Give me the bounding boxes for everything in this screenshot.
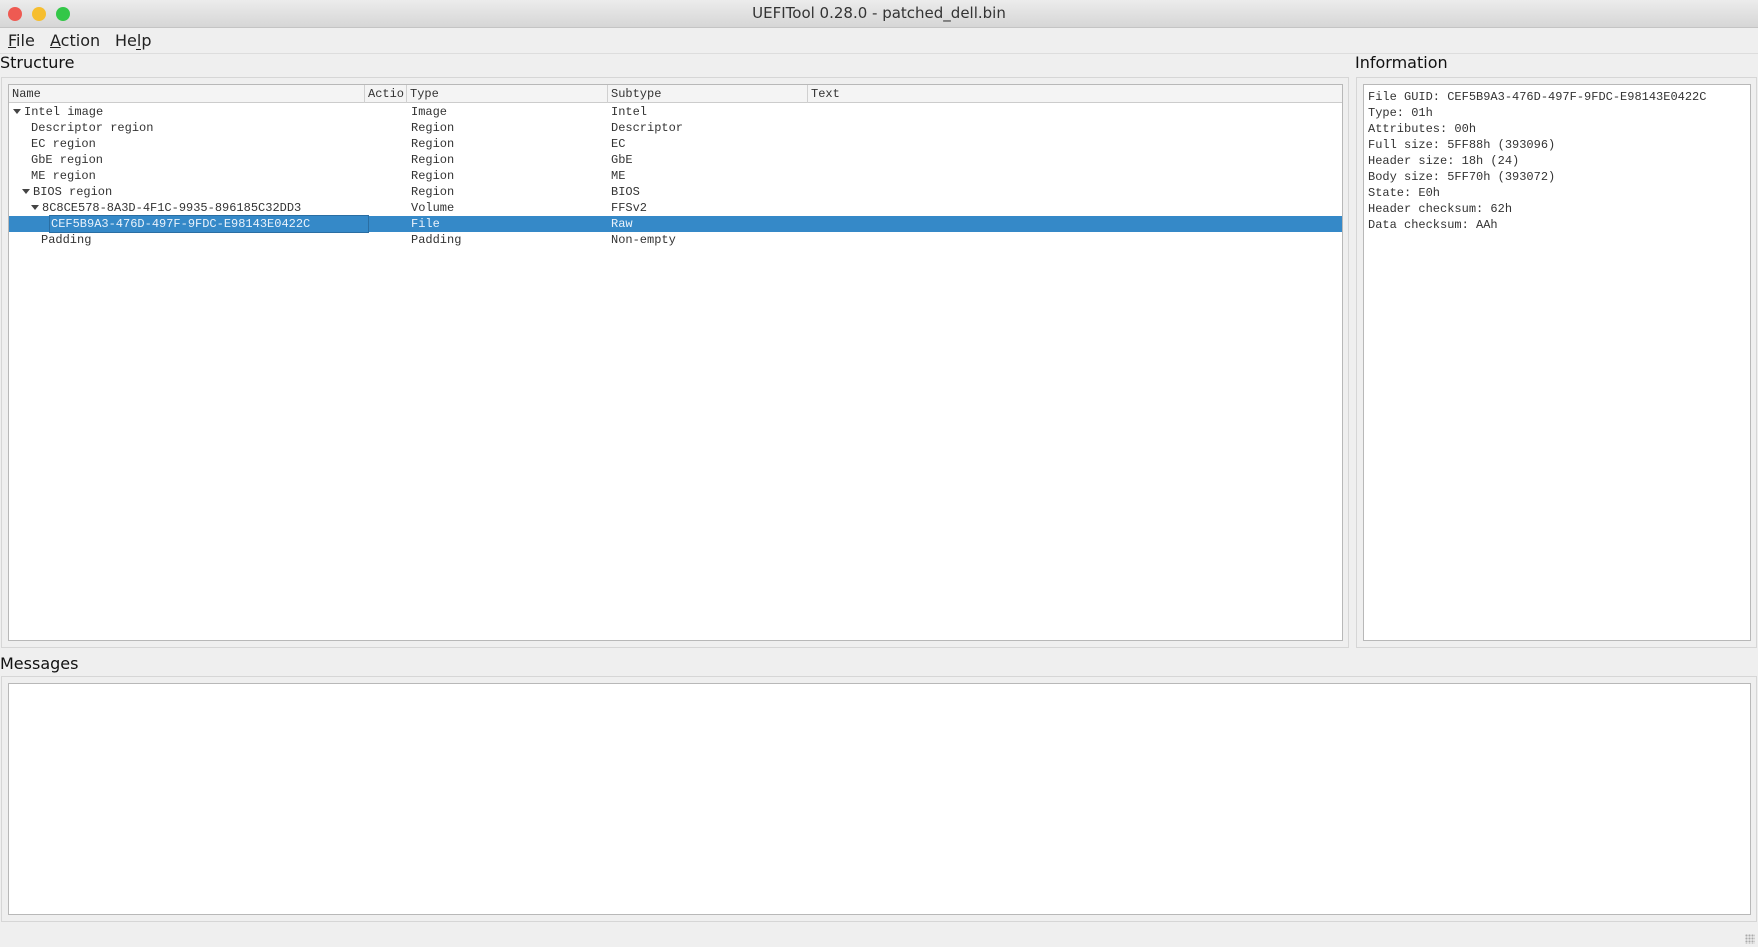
- info-line: Header size: 18h (24): [1368, 154, 1520, 168]
- info-line: State: E0h: [1368, 186, 1441, 200]
- tree-cell-subtype: EC: [611, 137, 626, 151]
- tree-cell-type: Region: [411, 153, 455, 167]
- tree-cell-type: Volume: [411, 201, 455, 215]
- tree-cell-name: Descriptor region: [31, 120, 153, 136]
- tree-cell-name: BIOS region: [22, 184, 112, 200]
- column-header-type[interactable]: Type: [407, 85, 608, 103]
- tree-cell-subtype: Raw: [611, 217, 633, 231]
- tree-row[interactable]: GbE region Region GbE: [9, 152, 1342, 168]
- tree-cell-type: File: [411, 217, 440, 231]
- minimize-window-button[interactable]: [32, 7, 46, 21]
- info-line: Data checksum: AAh: [1368, 218, 1498, 232]
- messages-panel[interactable]: [8, 683, 1751, 915]
- tree-row[interactable]: EC region Region EC: [9, 136, 1342, 152]
- messages-label: Messages: [0, 654, 79, 673]
- tree-header: Name Actio Type Subtype Text: [9, 85, 1342, 103]
- tree-cell-type: Region: [411, 137, 455, 151]
- resize-grip[interactable]: [1745, 934, 1755, 944]
- row-name: BIOS region: [33, 185, 113, 199]
- menu-file[interactable]: File: [8, 31, 35, 50]
- row-name: CEF5B9A3-476D-497F-9FDC-E98143E0422C: [51, 217, 311, 231]
- row-name: GbE region: [31, 153, 104, 167]
- row-name: Descriptor region: [31, 121, 154, 135]
- tree-cell-subtype: ME: [611, 169, 626, 183]
- maximize-window-button[interactable]: [56, 7, 70, 21]
- close-window-button[interactable]: [8, 7, 22, 21]
- tree-row[interactable]: CEF5B9A3-476D-497F-9FDC-E98143E0422C Fil…: [9, 215, 1342, 233]
- tree-cell-subtype: Descriptor: [611, 121, 684, 135]
- menu-label: Help: [115, 31, 152, 50]
- row-name: Padding: [41, 233, 92, 247]
- info-line: Header checksum: 62h: [1368, 202, 1513, 216]
- information-panel[interactable]: File GUID: CEF5B9A3-476D-497F-9FDC-E9814…: [1363, 84, 1751, 641]
- menu-label: ction: [60, 31, 101, 50]
- menu-action[interactable]: Action: [50, 31, 100, 50]
- tree-cell-subtype: GbE: [611, 153, 633, 167]
- mnemonic-underline: [136, 49, 141, 50]
- tree-cell-type: Padding: [411, 233, 462, 247]
- tree-row[interactable]: Descriptor region Region Descriptor: [9, 120, 1342, 136]
- tree-cell-name: Intel image: [13, 104, 103, 120]
- information-label: Information: [1355, 53, 1448, 72]
- tree-cell-name: 8C8CE578-8A3D-4F1C-9935-896185C32DD3: [31, 200, 301, 216]
- column-header-name[interactable]: Name: [9, 85, 365, 103]
- column-header-text[interactable]: Text: [808, 85, 1342, 103]
- column-header-action[interactable]: Actio: [365, 85, 407, 103]
- row-name: Intel image: [24, 105, 104, 119]
- tree-cell-type: Region: [411, 121, 455, 135]
- tree-cell-subtype: Non-empty: [611, 233, 676, 247]
- info-line: Type: 01h: [1368, 106, 1433, 120]
- window-title: UEFITool 0.28.0 - patched_dell.bin: [752, 4, 1006, 22]
- expand-arrow-icon[interactable]: [31, 205, 39, 210]
- row-name: ME region: [31, 169, 96, 183]
- structure-tree[interactable]: Name Actio Type Subtype Text Intel image…: [8, 84, 1343, 641]
- tree-cell-subtype: BIOS: [611, 185, 640, 199]
- tree-cell-subtype: FFSv2: [611, 201, 648, 215]
- tree-row[interactable]: 8C8CE578-8A3D-4F1C-9935-896185C32DD3 Vol…: [9, 200, 1342, 216]
- tree-cell-name: GbE region: [31, 152, 103, 168]
- info-line: Attributes: 00h: [1368, 122, 1477, 136]
- tree-row[interactable]: BIOS region Region BIOS: [9, 184, 1342, 200]
- title-bar: UEFITool 0.28.0 - patched_dell.bin: [0, 0, 1758, 28]
- menu-help[interactable]: Help: [115, 31, 151, 50]
- menu-bar: File Action Help: [0, 28, 1758, 54]
- tree-cell-name: EC region: [31, 136, 96, 152]
- tree-cell-type: Region: [411, 185, 455, 199]
- tree-cell-subtype: Intel: [611, 105, 648, 119]
- expand-arrow-icon[interactable]: [22, 189, 30, 194]
- tree-row[interactable]: Padding Padding Non-empty: [9, 232, 1342, 248]
- expand-arrow-icon[interactable]: [13, 109, 21, 114]
- menu-label: ile: [16, 31, 35, 50]
- structure-label: Structure: [0, 53, 75, 72]
- tree-cell-type: Region: [411, 169, 455, 183]
- tree-cell-name: ME region: [31, 168, 96, 184]
- info-line: File GUID: CEF5B9A3-476D-497F-9FDC-E9814…: [1368, 90, 1707, 104]
- tree-cell-name: CEF5B9A3-476D-497F-9FDC-E98143E0422C: [49, 215, 369, 233]
- mnemonic: A: [50, 31, 61, 50]
- tree-row[interactable]: Intel image Image Intel: [9, 104, 1342, 120]
- column-header-subtype[interactable]: Subtype: [608, 85, 808, 103]
- row-name: 8C8CE578-8A3D-4F1C-9935-896185C32DD3: [42, 201, 302, 215]
- tree-row[interactable]: ME region Region ME: [9, 168, 1342, 184]
- tree-cell-name: Padding: [41, 232, 91, 248]
- tree-cell-type: Image: [411, 105, 448, 119]
- info-line: Body size: 5FF70h (393072): [1368, 170, 1556, 184]
- row-name: EC region: [31, 137, 96, 151]
- info-line: Full size: 5FF88h (393096): [1368, 138, 1556, 152]
- mnemonic: F: [8, 31, 17, 50]
